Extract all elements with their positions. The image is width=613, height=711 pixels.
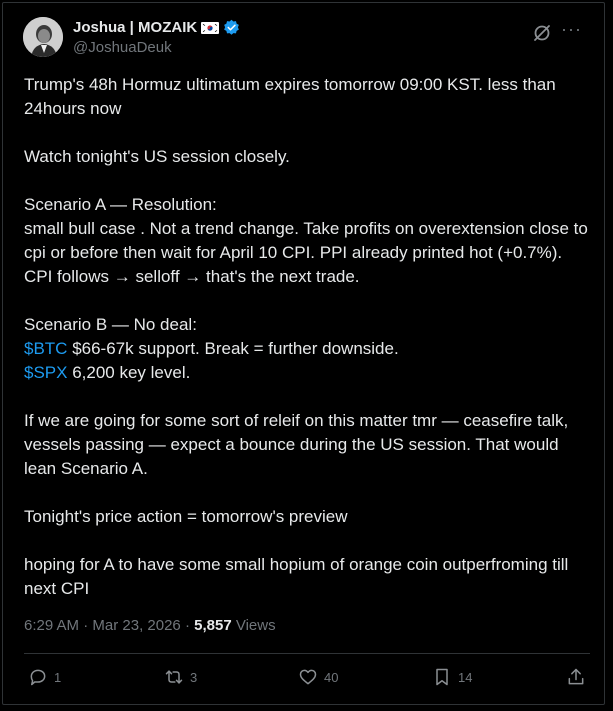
avatar-image: [23, 17, 63, 57]
paragraph-ultimatum: Trump's 48h Hormuz ultimatum expires tom…: [24, 75, 556, 118]
scenario-a-heading: Scenario A — Resolution:: [24, 195, 217, 214]
timestamp-time[interactable]: 6:29 AM: [24, 617, 79, 634]
cashtag-spx[interactable]: $SPX: [24, 363, 67, 382]
views-count: 5,857: [194, 617, 232, 634]
author-name[interactable]: Joshua | MOZAIK: [73, 19, 197, 36]
share-icon: [568, 668, 584, 685]
avatar[interactable]: [23, 17, 63, 57]
repost-icon: [165, 670, 183, 684]
views-label: Views: [231, 617, 276, 634]
scenario-a-body: small bull case . Not a trend change. Ta…: [24, 219, 588, 286]
grok-icon[interactable]: [532, 23, 552, 43]
tweet-meta: 6:29 AM · Mar 23, 2026 · 5,857 Views: [24, 617, 276, 634]
bookmark-icon: [436, 668, 448, 686]
heart-icon: [299, 669, 317, 685]
paragraph-watch: Watch tonight's US session closely.: [24, 147, 290, 166]
bookmark-count: 14: [458, 669, 473, 685]
tweet-text: Trump's 48h Hormuz ultimatum expires tom…: [24, 73, 594, 601]
repost-button[interactable]: 3: [164, 667, 197, 687]
more-options-icon[interactable]: ···: [561, 19, 582, 40]
meta-separator-2: ·: [180, 617, 195, 634]
tweet-card: Joshua | MOZAIK @JoshuaDeuk ··· Trump's: [2, 2, 605, 705]
paragraph-hopium: hoping for A to have some small hopium o…: [24, 555, 569, 598]
name-row: Joshua | MOZAIK: [73, 19, 240, 36]
timestamp-date[interactable]: Mar 23, 2026: [92, 617, 180, 634]
share-button[interactable]: [566, 667, 586, 687]
like-count: 40: [324, 669, 339, 685]
paragraph-relief: If we are going for some sort of releif …: [24, 411, 569, 478]
action-bar: 1 3 40 14: [24, 667, 588, 693]
scenario-b-heading: Scenario B — No deal:: [24, 315, 197, 334]
reply-icon: [30, 669, 46, 686]
scenario-b-btc-line: $BTC $66-67k support. Break = further do…: [24, 337, 594, 361]
author-handle[interactable]: @JoshuaDeuk: [73, 39, 172, 56]
reply-count: 1: [54, 669, 62, 685]
verified-badge-icon: [224, 19, 240, 35]
scenario-b-spx-line: $SPX 6,200 key level.: [24, 361, 594, 385]
south-korea-flag-icon: [201, 21, 220, 34]
tweet-header: Joshua | MOZAIK @JoshuaDeuk ···: [23, 17, 590, 65]
spx-line-text: 6,200 key level.: [67, 363, 191, 382]
btc-line-text: $66-67k support. Break = further downsid…: [67, 339, 399, 358]
bookmark-button[interactable]: 14: [432, 667, 472, 687]
cashtag-btc[interactable]: $BTC: [24, 339, 67, 358]
paragraph-preview: Tonight's price action = tomorrow's prev…: [24, 507, 348, 526]
meta-separator: ·: [79, 617, 93, 634]
divider: [24, 653, 590, 654]
reply-button[interactable]: 1: [28, 667, 61, 687]
like-button[interactable]: 40: [298, 667, 338, 687]
repost-count: 3: [190, 669, 198, 685]
